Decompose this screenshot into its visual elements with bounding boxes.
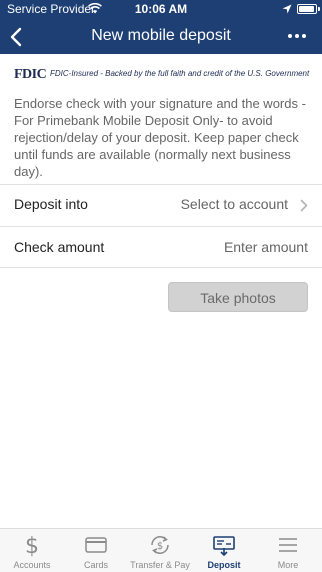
check-amount-label: Check amount	[14, 239, 105, 255]
more-dots-icon	[288, 34, 306, 38]
svg-text:$: $	[157, 541, 163, 552]
chevron-right-icon	[300, 199, 308, 217]
tab-deposit[interactable]: Deposit	[192, 529, 256, 572]
tab-label: Accounts	[13, 560, 51, 570]
page-title: New mobile deposit	[91, 27, 231, 44]
deposit-into-row[interactable]: Deposit into Select to account	[0, 184, 322, 226]
tab-label: Deposit	[207, 560, 241, 570]
deposit-into-label: Deposit into	[14, 196, 88, 212]
status-bar: Service Provider 10:06 AM	[0, 0, 322, 18]
dollar-icon: $	[20, 533, 44, 559]
endorsement-notice: Endorse check with your signature and th…	[14, 96, 306, 179]
take-photos-button[interactable]: Take photos	[168, 282, 308, 312]
top-bar: Service Provider 10:06 AM New mobile dep…	[0, 0, 322, 54]
check-amount-input[interactable]: Enter amount	[224, 239, 308, 255]
svg-text:$: $	[25, 534, 39, 557]
tab-accounts[interactable]: $ Accounts	[0, 529, 64, 572]
divider	[0, 267, 322, 268]
more-options-button[interactable]	[284, 24, 310, 50]
battery-icon	[297, 4, 317, 14]
deposit-into-value[interactable]: Select to account	[181, 196, 288, 212]
tab-label: More	[277, 560, 299, 570]
tab-cards[interactable]: Cards	[64, 529, 128, 572]
tab-more[interactable]: More	[256, 529, 320, 572]
tab-bar: $ Accounts Cards $ Transfer & Pay Deposi…	[0, 528, 322, 572]
fdic-logo: FDIC	[14, 67, 47, 82]
card-icon	[84, 533, 108, 557]
tab-transfer-pay[interactable]: $ Transfer & Pay	[128, 529, 192, 572]
check-deposit-icon	[212, 533, 236, 557]
status-time: 10:06 AM	[134, 2, 188, 16]
fdic-banner: FDIC FDIC-Insured - Backed by the full f…	[14, 66, 314, 86]
fdic-disclaimer: FDIC-Insured - Backed by the full faith …	[50, 69, 310, 78]
transfer-icon: $	[148, 533, 172, 557]
tab-label: Cards	[83, 560, 108, 570]
battery-tip	[318, 7, 320, 11]
tab-label: Transfer & Pay	[130, 560, 190, 570]
check-amount-row[interactable]: Check amount Enter amount	[0, 227, 322, 269]
menu-icon	[276, 533, 300, 557]
location-arrow-icon	[282, 3, 292, 17]
